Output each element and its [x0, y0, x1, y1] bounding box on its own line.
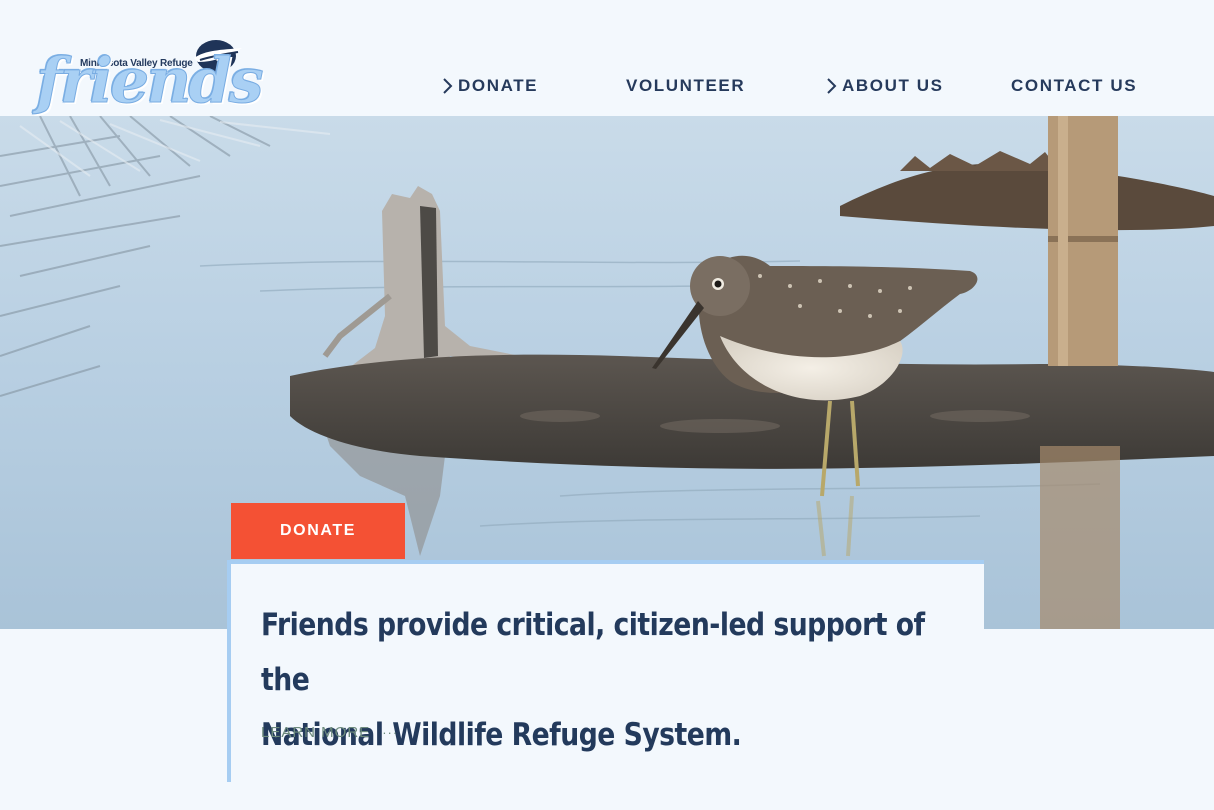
nav-contact-us[interactable]: CONTACT US — [1011, 76, 1137, 96]
hero-image — [0, 116, 1214, 629]
hero-donate-button[interactable]: DONATE — [231, 503, 405, 559]
learn-more-link[interactable]: LEARN MORE ··· — [261, 724, 398, 741]
donate-label: DONATE — [280, 522, 356, 539]
ellipsis-icon: ··· — [382, 725, 399, 740]
headline-line-1: Friends provide critical, citizen-led su… — [261, 607, 925, 698]
nav-label: DONATE — [458, 76, 539, 95]
main-nav: DONATE VOLUNTEER ABOUT US CONTACT US — [0, 76, 1214, 98]
nav-label: VOLUNTEER — [626, 76, 746, 95]
page: Minnesota Valley Refuge friends DONATE V… — [0, 0, 1214, 810]
nav-about-us[interactable]: ABOUT US — [824, 76, 944, 96]
chevron-right-icon — [827, 78, 837, 94]
nav-label: CONTACT US — [1011, 76, 1138, 95]
site-header: Minnesota Valley Refuge friends DONATE V… — [0, 0, 1214, 116]
nav-label: ABOUT US — [842, 76, 944, 95]
chevron-right-icon — [443, 78, 453, 94]
shorebird-photo — [0, 116, 1214, 629]
nav-volunteer[interactable]: VOLUNTEER — [626, 76, 745, 96]
nav-donate[interactable]: DONATE — [440, 76, 538, 96]
learn-more-label: LEARN MORE — [261, 724, 371, 741]
hero-card: Friends provide critical, citizen-led su… — [227, 560, 984, 782]
